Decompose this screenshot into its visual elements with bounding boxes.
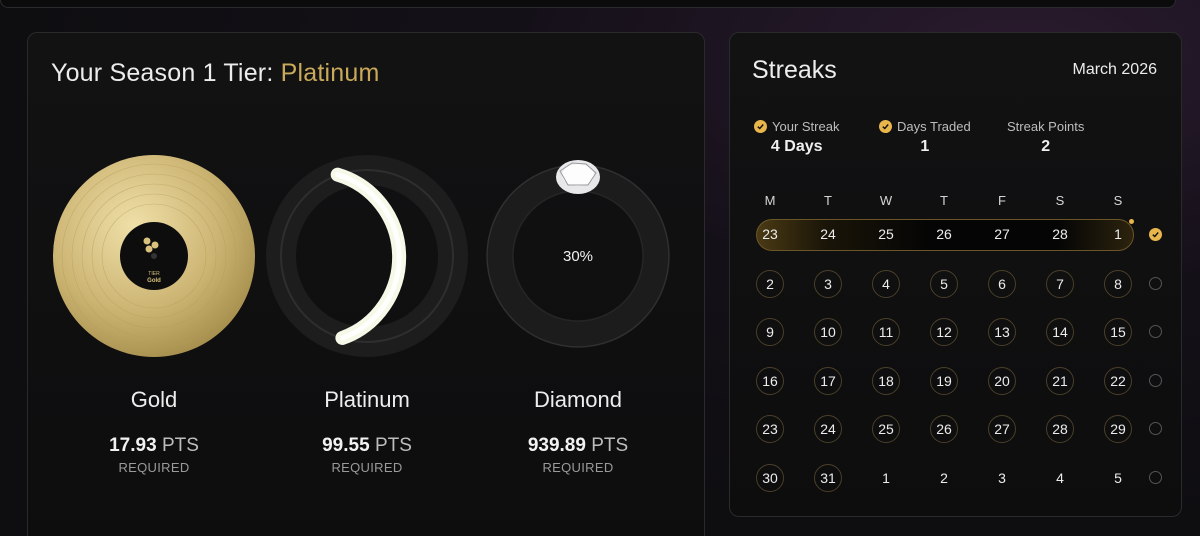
- day-of-week-label: F: [998, 193, 1006, 208]
- current-tier-name: Platinum: [280, 59, 380, 87]
- calendar-day[interactable]: 29: [1104, 415, 1132, 443]
- top-bar: [0, 0, 1176, 8]
- gold-record-brand: TIER: [148, 271, 160, 277]
- calendar-day[interactable]: 26: [930, 226, 958, 242]
- tier-gold: TIER Gold Gold 17.93 PTS REQUIRED: [51, 153, 257, 475]
- calendar-day[interactable]: 6: [988, 269, 1016, 298]
- calendar-day[interactable]: 3: [814, 269, 842, 298]
- tier-gold-required: REQUIRED: [118, 460, 190, 475]
- calendar-day[interactable]: 15: [1104, 318, 1132, 346]
- platinum-ring-icon: [264, 153, 470, 359]
- calendar-day[interactable]: 1: [1104, 226, 1132, 242]
- calendar-day[interactable]: 19: [930, 366, 958, 395]
- tier-panel: Your Season 1 Tier: Platinum TIER Gold G…: [27, 32, 705, 536]
- calendar-day[interactable]: 25: [872, 226, 900, 242]
- day-of-week-label: T: [940, 193, 948, 208]
- calendar-day[interactable]: 25: [872, 415, 900, 443]
- calendar-day[interactable]: 5: [930, 269, 958, 298]
- week-incomplete-circle-icon: [1149, 470, 1162, 484]
- week-incomplete-circle-icon: [1149, 373, 1162, 387]
- diamond-gem-icon: [556, 160, 600, 194]
- day-of-week-label: W: [879, 193, 893, 208]
- calendar-day[interactable]: 11: [872, 318, 900, 346]
- calendar-day[interactable]: 14: [1046, 318, 1074, 346]
- tier-diamond-required: REQUIRED: [542, 460, 614, 475]
- week-incomplete-circle-icon: [1149, 276, 1162, 290]
- calendar-day[interactable]: 16: [756, 366, 784, 395]
- calendar-day[interactable]: 24: [814, 415, 842, 443]
- today-dot: [1129, 219, 1134, 224]
- calendar-day[interactable]: 26: [930, 415, 958, 443]
- diamond-ring-icon: 30%: [475, 153, 681, 359]
- calendar-day[interactable]: 12: [930, 318, 958, 346]
- tier-title-prefix: Your Season 1 Tier:: [51, 59, 274, 87]
- calendar-day[interactable]: 8: [1104, 269, 1132, 298]
- calendar-day[interactable]: 22: [1104, 366, 1132, 395]
- tier-diamond-label: Diamond: [533, 387, 623, 412]
- calendar-day[interactable]: 27: [988, 415, 1016, 443]
- day-of-week-label: S: [1113, 193, 1123, 208]
- calendar-day[interactable]: 30: [756, 463, 784, 492]
- stat-days-traded: Days Traded 1: [879, 119, 971, 156]
- calendar-day[interactable]: 5: [1104, 464, 1132, 492]
- streaks-month: March 2026: [1072, 61, 1158, 78]
- calendar-day[interactable]: 28: [1046, 226, 1074, 242]
- check-icon: [879, 120, 892, 133]
- calendar-day[interactable]: 9: [756, 318, 784, 346]
- calendar-day[interactable]: 10: [814, 318, 842, 346]
- tier-title: Your Season 1 Tier: Platinum: [51, 59, 380, 88]
- day-of-week-label: M: [764, 193, 776, 208]
- week-incomplete-circle-icon: [1149, 422, 1162, 435]
- diamond-progress-label: 30%: [562, 248, 594, 265]
- calendar-day[interactable]: 23: [756, 415, 784, 443]
- calendar-day[interactable]: 21: [1046, 366, 1074, 395]
- calendar-day[interactable]: 4: [1046, 464, 1074, 492]
- calendar-day[interactable]: 2: [930, 464, 958, 492]
- day-of-week-label: T: [824, 193, 832, 208]
- check-icon: [754, 120, 767, 133]
- streaks-title: Streaks: [752, 56, 837, 84]
- stat-streak-points: Streak Points 2: [1007, 119, 1085, 155]
- calendar-day[interactable]: 3: [988, 464, 1016, 492]
- day-of-week-label: S: [1055, 193, 1065, 208]
- calendar-day[interactable]: 28: [1046, 415, 1074, 443]
- week-complete-check-icon: [1149, 228, 1162, 241]
- tier-diamond-points: 939.89 PTS: [527, 435, 629, 456]
- calendar-day[interactable]: 2: [756, 269, 784, 298]
- tier-platinum-label: Platinum: [324, 387, 410, 412]
- calendar-day[interactable]: 1: [872, 464, 900, 492]
- calendar-day[interactable]: 20: [988, 366, 1016, 395]
- calendar-day[interactable]: 13: [988, 318, 1016, 346]
- tier-gold-points: 17.93 PTS: [109, 435, 199, 456]
- calendar-day[interactable]: 18: [872, 366, 900, 395]
- week-incomplete-circle-icon: [1149, 325, 1162, 338]
- tier-platinum-points: 99.55 PTS: [322, 435, 412, 456]
- gold-record-label: Gold: [147, 278, 161, 284]
- calendar-day[interactable]: 24: [814, 226, 842, 242]
- tier-platinum-required: REQUIRED: [331, 460, 403, 475]
- calendar-day[interactable]: 4: [872, 269, 900, 298]
- tier-diamond: 30% Diamond 939.89 PTS REQUIRED: [475, 153, 681, 475]
- gold-record-icon: TIER Gold: [51, 153, 257, 359]
- calendar-day[interactable]: 27: [988, 226, 1016, 242]
- tier-gold-label: Gold: [130, 387, 178, 412]
- tier-platinum: Platinum 99.55 PTS REQUIRED: [264, 153, 470, 475]
- calendar-day[interactable]: 17: [814, 366, 842, 395]
- calendar-day[interactable]: 7: [1046, 269, 1074, 298]
- calendar-day[interactable]: 23: [756, 226, 784, 242]
- calendar-day[interactable]: 31: [814, 463, 842, 492]
- streaks-panel: Streaks March 2026 Your Streak 4 Days Da…: [729, 32, 1182, 517]
- stat-your-streak: Your Streak 4 Days: [754, 119, 839, 156]
